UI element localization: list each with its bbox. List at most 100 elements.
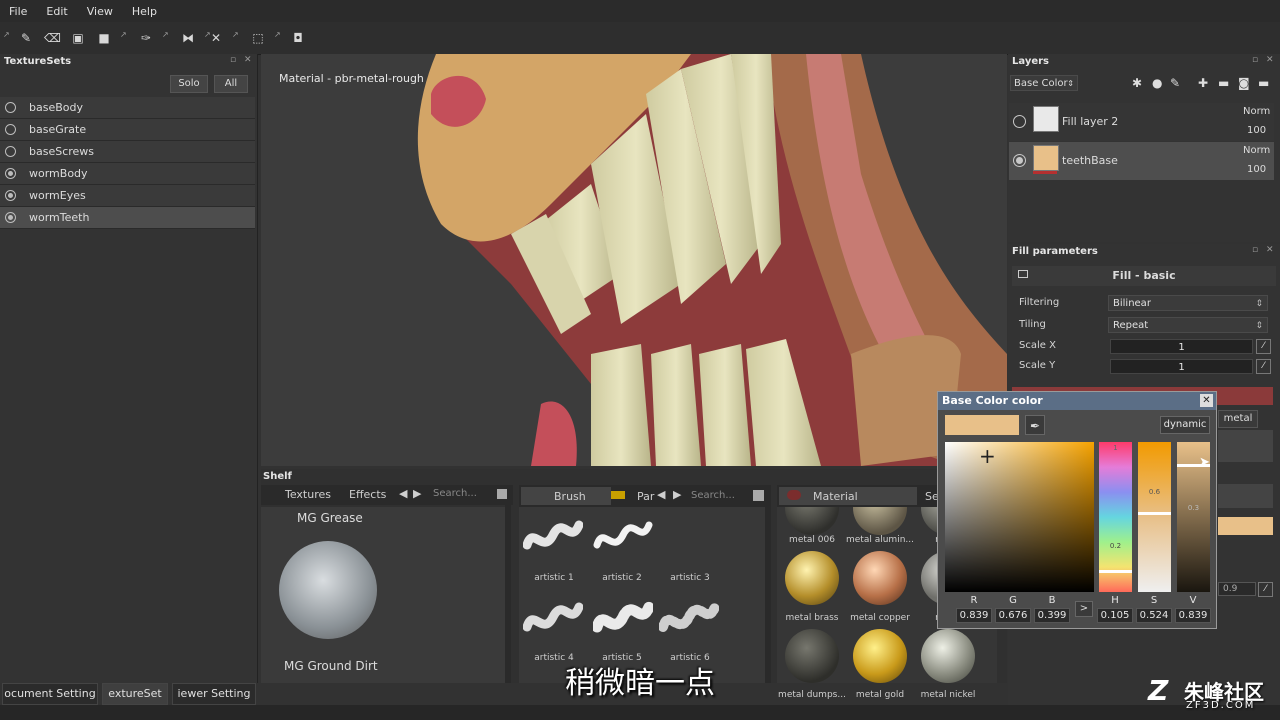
polygon-fill-icon[interactable]: ■ (96, 30, 112, 46)
close-icon[interactable]: ✕ (244, 55, 252, 65)
visibility-radio[interactable] (5, 190, 16, 201)
saturation-bar[interactable] (1138, 442, 1171, 592)
camera-icon[interactable]: ◘ (290, 30, 306, 46)
textureset-item[interactable]: baseGrate (0, 119, 255, 141)
layer-opacity[interactable]: 100 (1247, 164, 1266, 175)
layer-opacity[interactable]: 100 (1247, 125, 1266, 136)
grid-view-icon[interactable] (753, 490, 764, 501)
smudge-icon[interactable]: ✑ (138, 30, 154, 46)
layer-blend-mode[interactable]: Norm (1243, 145, 1270, 156)
material-swatch[interactable] (853, 629, 907, 683)
shelf-search-input[interactable]: Search... (691, 490, 735, 501)
tab-textures[interactable]: Textures (285, 488, 331, 501)
b-value-field[interactable]: 0.399 (1034, 608, 1070, 623)
g-value-field[interactable]: 0.676 (995, 608, 1031, 623)
folder-icon[interactable]: ▬ (1218, 76, 1229, 90)
textureset-item[interactable]: wormEyes (0, 185, 255, 207)
popout-icon[interactable]: ↗ (232, 31, 240, 39)
all-button[interactable]: All (214, 75, 248, 93)
paint-icon[interactable]: ✎ (1170, 76, 1180, 90)
layer-row[interactable]: teethBase Norm 100 (1009, 142, 1274, 180)
fill-section-header[interactable]: Fill - basic (1012, 266, 1276, 286)
visibility-toggle[interactable] (1013, 115, 1026, 128)
brush-thumb[interactable] (593, 597, 653, 645)
material-swatch[interactable] (785, 629, 839, 683)
layer-blend-mode[interactable]: Norm (1243, 106, 1270, 117)
fill-layer-icon[interactable]: ◙ (1238, 76, 1250, 90)
eyedropper-icon[interactable]: ✒ (1025, 415, 1045, 435)
tab-viewer-settings[interactable]: iewer Setting (172, 683, 256, 705)
scrollbar[interactable] (765, 507, 771, 683)
viewport-3d[interactable]: Material - pbr-metal-rough (261, 54, 1007, 466)
textureset-item[interactable]: wormTeeth (0, 207, 255, 229)
saturation-value-field[interactable]: + (945, 442, 1094, 592)
link-icon[interactable]: ⁄ (1256, 339, 1271, 354)
paint-brush-icon[interactable]: ✎ (18, 30, 34, 46)
close-icon[interactable]: ✕ (1266, 55, 1274, 65)
textureset-item[interactable]: baseScrews (0, 141, 255, 163)
menu-help[interactable]: Help (123, 5, 167, 18)
visibility-radio[interactable] (5, 146, 16, 157)
grid-view-icon[interactable] (497, 489, 507, 499)
material-swatch[interactable] (853, 507, 907, 535)
add-layer-icon[interactable]: ✚ (1198, 76, 1208, 90)
material-slot[interactable] (1218, 430, 1273, 462)
next-arrow-icon[interactable]: ▶ (413, 487, 421, 500)
mask-icon[interactable]: ● (1152, 76, 1162, 90)
scale-x-slider[interactable]: 1 (1110, 339, 1253, 354)
saturation-marker[interactable] (1138, 512, 1171, 515)
popout-icon[interactable]: ↗ (274, 31, 282, 39)
scale-y-slider[interactable]: 1 (1110, 359, 1253, 374)
visibility-toggle[interactable] (1013, 154, 1026, 167)
dynamic-button[interactable]: dynamic (1160, 416, 1210, 434)
hue-bar[interactable] (1099, 442, 1132, 592)
tab-material[interactable]: Material (813, 490, 858, 503)
material-swatch[interactable] (853, 551, 907, 605)
popout-icon[interactable]: ↗ (3, 31, 11, 39)
tab-par[interactable]: Par (637, 490, 654, 503)
brush-thumb[interactable] (523, 515, 583, 563)
layer-row[interactable]: Fill layer 2 Norm 100 (1009, 103, 1274, 141)
textureset-item[interactable]: wormBody (0, 163, 255, 185)
link-icon[interactable]: ⁄ (1258, 582, 1273, 597)
popout-icon[interactable]: ↗ (162, 31, 170, 39)
hue-marker[interactable] (1099, 570, 1132, 573)
effects-icon[interactable]: ✱ (1132, 76, 1142, 90)
menu-view[interactable]: View (78, 5, 123, 18)
tab-effects[interactable]: Effects (349, 488, 386, 501)
material-swatch[interactable] (785, 507, 839, 535)
brush-thumb[interactable] (659, 597, 719, 645)
tab-brush[interactable]: Brush (554, 490, 586, 503)
visibility-radio[interactable] (5, 212, 16, 223)
delete-layer-icon[interactable]: ▬ (1258, 76, 1269, 90)
channel-select[interactable]: Base Color ⇕ (1010, 75, 1078, 91)
filtering-select[interactable]: Bilinear (1108, 295, 1268, 312)
material-slot[interactable] (1218, 484, 1273, 508)
material-swatch[interactable] (785, 551, 839, 605)
solo-button[interactable]: Solo (170, 75, 208, 93)
projection-icon[interactable]: ▣ (70, 30, 86, 46)
s-value-field[interactable]: 0.524 (1136, 608, 1172, 623)
link-icon[interactable]: ⁄ (1256, 359, 1271, 374)
next-arrow-icon[interactable]: ▶ (673, 488, 681, 501)
tiling-select[interactable]: Repeat (1108, 317, 1268, 334)
value-bar[interactable]: ➤ (1177, 442, 1210, 592)
panel-float-icon[interactable]: ▫ (1252, 55, 1258, 65)
h-value-field[interactable]: 0.105 (1097, 608, 1133, 623)
textureset-item[interactable]: baseBody (0, 97, 255, 119)
visibility-radio[interactable] (5, 168, 16, 179)
texture-thumb-grease[interactable] (279, 541, 377, 639)
panel-float-icon[interactable]: ▫ (1252, 245, 1258, 255)
r-value-field[interactable]: 0.839 (956, 608, 992, 623)
more-button[interactable]: > (1075, 601, 1093, 617)
visibility-radio[interactable] (5, 124, 16, 135)
prev-arrow-icon[interactable]: ◀ (657, 488, 665, 501)
scrollbar[interactable] (505, 505, 511, 683)
tab-document-settings[interactable]: ocument Setting (2, 683, 98, 705)
menu-file[interactable]: File (0, 5, 37, 18)
menu-edit[interactable]: Edit (37, 5, 77, 18)
brush-thumb[interactable] (593, 515, 653, 563)
value-field[interactable]: 0.9 (1218, 582, 1256, 596)
base-color-swatch[interactable] (1218, 517, 1273, 535)
brush-thumb[interactable] (523, 597, 583, 645)
